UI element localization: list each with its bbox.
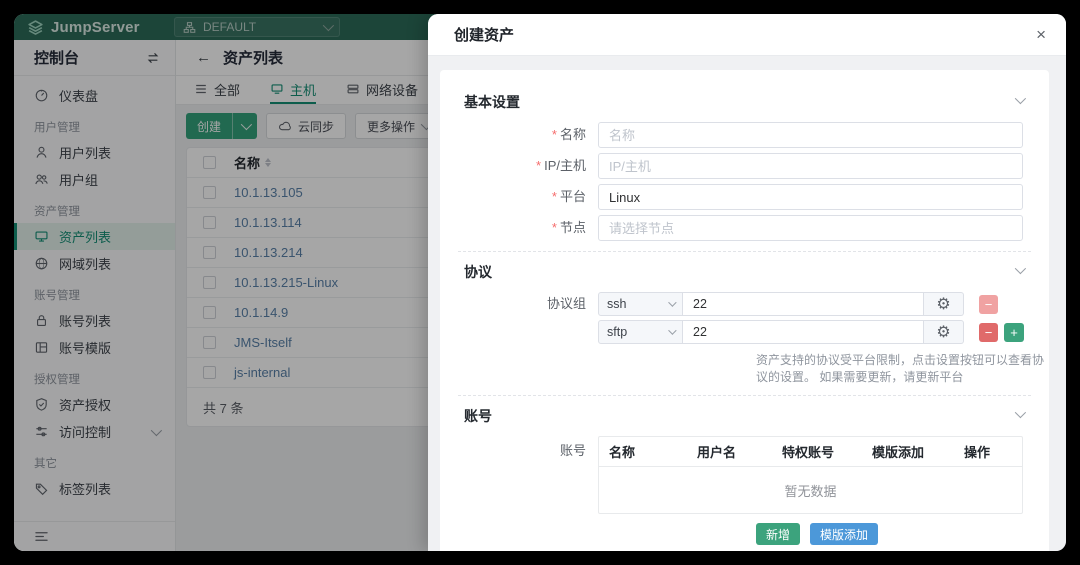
chevron-down-icon [668, 298, 676, 306]
add-account-button[interactable]: 新增 [756, 523, 800, 545]
section-accounts: 账号 [440, 396, 1049, 426]
node-select[interactable] [598, 215, 1023, 241]
collapse-chevron-icon[interactable] [1015, 93, 1026, 104]
accounts-table-header: 名称 用户名 特权账号 模版添加 操作 [599, 437, 1022, 467]
field-accounts: 账号 名称 用户名 特权账号 模版添加 操作 暂无数据 [440, 436, 1049, 545]
section-basic-settings: 基本设置 [440, 82, 1049, 112]
ip-host-input[interactable] [598, 153, 1023, 179]
platform-select[interactable] [598, 184, 1023, 210]
protocol-help-text: 资产支持的协议受平台限制，点击设置按钮可以查看协议的设置。 如果需要更新，请更新… [756, 351, 1049, 385]
protocol-settings-button[interactable]: ⚙ [924, 320, 964, 344]
create-asset-drawer: 创建资产 × 基本设置 *名称 *IP/主机 [428, 14, 1066, 551]
app-window: JumpServer DEFAULT 控制台 [14, 14, 1066, 551]
collapse-chevron-icon[interactable] [1015, 407, 1026, 418]
gear-icon: ⚙ [936, 322, 950, 342]
protocol-row-ssh: ssh ⚙ − [598, 292, 1049, 316]
field-platform: *平台 [440, 184, 1049, 210]
protocol-select[interactable]: sftp [598, 320, 683, 344]
accounts-table: 名称 用户名 特权账号 模版添加 操作 暂无数据 [598, 436, 1023, 514]
drawer-body: 基本设置 *名称 *IP/主机 *平台 [428, 56, 1066, 551]
protocol-settings-button[interactable]: ⚙ [924, 292, 964, 316]
field-name: *名称 [440, 122, 1049, 148]
protocol-select[interactable]: ssh [598, 292, 683, 316]
add-protocol-button[interactable]: + [1004, 323, 1024, 342]
name-input[interactable] [598, 122, 1023, 148]
create-asset-form: 基本设置 *名称 *IP/主机 *平台 [440, 70, 1049, 551]
drawer-header: 创建资产 × [428, 14, 1066, 56]
remove-protocol-button[interactable]: − [979, 323, 998, 342]
close-icon[interactable]: × [1036, 26, 1046, 43]
protocol-row-sftp: sftp ⚙ − + [598, 320, 1049, 344]
port-input[interactable] [683, 320, 924, 344]
section-protocols: 协议 [440, 252, 1049, 282]
field-node: *节点 [440, 215, 1049, 241]
port-input[interactable] [683, 292, 924, 316]
remove-protocol-button[interactable]: − [979, 295, 998, 314]
add-from-template-button[interactable]: 模版添加 [810, 523, 878, 545]
field-protocol-group: 协议组 ssh ⚙ − [440, 292, 1049, 385]
collapse-chevron-icon[interactable] [1015, 263, 1026, 274]
drawer-title: 创建资产 [454, 24, 1036, 45]
chevron-down-icon [668, 326, 676, 334]
empty-data-text: 暂无数据 [599, 467, 1022, 513]
gear-icon: ⚙ [936, 294, 950, 314]
field-ip-host: *IP/主机 [440, 153, 1049, 179]
